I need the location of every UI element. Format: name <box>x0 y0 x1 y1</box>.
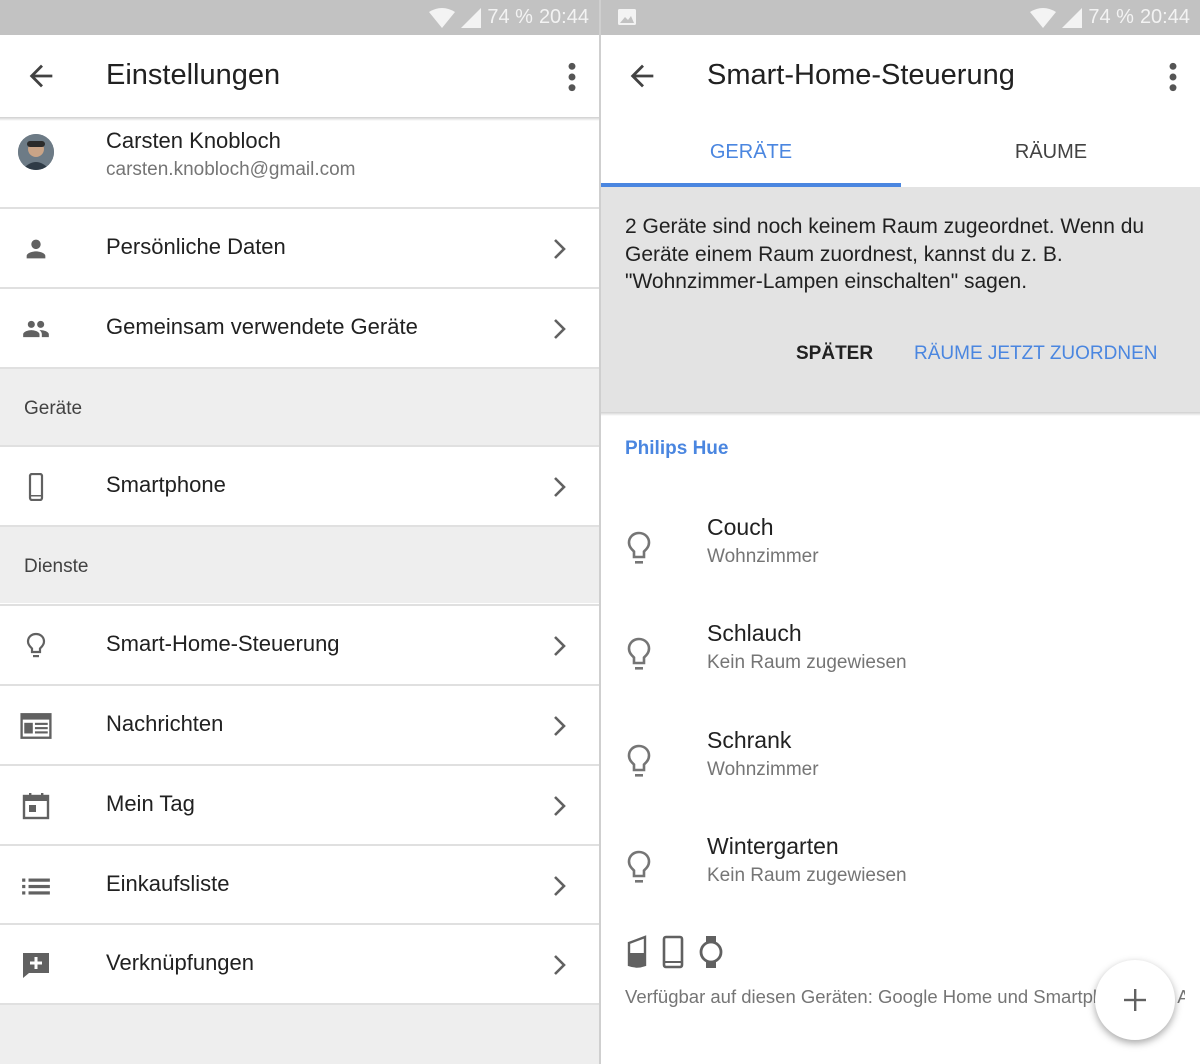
banner-shadow <box>601 412 1200 416</box>
add-device-button[interactable] <box>1095 960 1175 1040</box>
back-arrow-icon[interactable] <box>24 59 58 93</box>
phone-icon <box>662 935 684 969</box>
more-vert-icon[interactable] <box>1166 61 1180 93</box>
menu-item-label: Nachrichten <box>106 711 224 736</box>
status-bar: 74 % 20:44 <box>0 0 599 35</box>
plus-icon <box>1124 989 1146 1011</box>
menu-item-my-day[interactable]: Mein Tag <box>0 764 599 844</box>
profile-row[interactable]: Carsten Knobloch carsten.knobloch@gmail.… <box>0 117 599 207</box>
device-room: Wohnzimmer <box>707 546 819 567</box>
device-item[interactable]: Couch Wohnzimmer <box>601 514 1200 614</box>
device-item[interactable]: Schrank Wohnzimmer <box>601 727 1200 827</box>
banner-message: 2 Geräte sind noch keinem Raum zugeordne… <box>625 215 1145 293</box>
lightbulb-icon <box>26 632 46 658</box>
section-label: Dienste <box>24 556 89 577</box>
tab-bar: GERÄTE RÄUME <box>601 117 1200 187</box>
section-header-services: Dienste <box>0 525 599 603</box>
lightbulb-icon <box>627 531 651 564</box>
smart-home-panel: 74 % 20:44 Smart-Home-Steuerung GERÄTE R… <box>601 0 1200 1064</box>
chevron-right-icon <box>554 239 566 259</box>
battery-text: 74 % <box>487 6 533 28</box>
status-bar: 74 % 20:44 <box>601 0 1200 35</box>
profile-name: Carsten Knobloch <box>106 128 281 153</box>
lightbulb-icon <box>627 744 651 777</box>
chevron-right-icon <box>554 796 566 816</box>
device-name: Schrank <box>707 727 792 753</box>
device-room: Kein Raum zugewiesen <box>707 652 907 673</box>
smartphone-icon <box>28 473 44 501</box>
assign-rooms-button[interactable]: RÄUME JETZT ZUORDNEN <box>914 343 1157 365</box>
chevron-right-icon <box>554 636 566 656</box>
lightbulb-icon <box>627 850 651 883</box>
menu-item-label: Smart-Home-Steuerung <box>106 631 340 656</box>
battery-text: 74 % <box>1088 6 1134 28</box>
tab-rooms[interactable]: RÄUME <box>901 141 1200 164</box>
device-item[interactable]: Schlauch Kein Raum zugewiesen <box>601 620 1200 720</box>
signal-icon <box>461 7 482 28</box>
menu-item-label: Einkaufsliste <box>106 871 230 896</box>
avatar <box>18 134 54 170</box>
menu-item-smart-home[interactable]: Smart-Home-Steuerung <box>0 604 599 684</box>
menu-item-label: Verknüpfungen <box>106 950 255 975</box>
menu-item-personal-data[interactable]: Persönliche Daten <box>0 207 599 287</box>
unassigned-banner: 2 Geräte sind noch keinem Raum zugeordne… <box>601 187 1200 412</box>
device-name: Wintergarten <box>707 833 839 859</box>
settings-panel: 74 % 20:44 Einstellungen Carsten Knobloc… <box>0 0 599 1064</box>
more-vert-icon[interactable] <box>565 61 579 93</box>
tab-devices[interactable]: GERÄTE <box>601 141 901 164</box>
menu-item-news[interactable]: Nachrichten <box>0 684 599 764</box>
device-name: Schlauch <box>707 620 802 646</box>
menu-item-label: Mein Tag <box>106 791 195 816</box>
device-room: Kein Raum zugewiesen <box>707 865 907 886</box>
section-header-devices: Geräte <box>0 367 599 445</box>
wifi-icon <box>429 7 456 28</box>
people-icon <box>23 320 49 338</box>
chevron-right-icon <box>554 319 566 339</box>
group-header: Philips Hue <box>625 438 729 459</box>
lightbulb-icon <box>627 637 651 670</box>
person-icon <box>26 239 46 259</box>
section-label: Geräte <box>24 398 83 419</box>
wifi-icon <box>1030 7 1057 28</box>
image-notification-icon <box>618 9 636 25</box>
chevron-right-icon <box>554 477 566 497</box>
profile-email: carsten.knobloch@gmail.com <box>106 159 356 180</box>
chevron-right-icon <box>554 716 566 736</box>
list-icon <box>22 878 50 895</box>
page-title: Smart-Home-Steuerung <box>707 59 1015 91</box>
clock: 20:44 <box>1139 6 1190 28</box>
availability-icons <box>626 935 724 969</box>
device-room: Wohnzimmer <box>707 759 819 780</box>
device-item[interactable]: Wintergarten Kein Raum zugewiesen <box>601 833 1200 933</box>
shortcut-icon <box>23 953 49 978</box>
device-name: Couch <box>707 514 774 540</box>
later-button[interactable]: SPÄTER <box>796 343 873 365</box>
page-title: Einstellungen <box>106 59 281 91</box>
google-home-icon <box>627 935 647 968</box>
chevron-right-icon <box>554 955 566 975</box>
watch-icon <box>699 936 723 968</box>
back-arrow-icon[interactable] <box>625 59 659 93</box>
menu-item-smartphone[interactable]: Smartphone <box>0 445 599 525</box>
menu-item-shortcuts[interactable]: Verknüpfungen <box>0 923 599 1003</box>
clock: 20:44 <box>538 6 589 28</box>
signal-icon <box>1062 7 1083 28</box>
app-bar: Smart-Home-Steuerung <box>601 35 1200 117</box>
chevron-right-icon <box>554 876 566 896</box>
bottom-fill <box>0 1003 599 1064</box>
menu-item-shopping-list[interactable]: Einkaufsliste <box>0 844 599 924</box>
menu-item-label: Smartphone <box>106 472 226 497</box>
menu-item-label: Persönliche Daten <box>106 234 286 259</box>
menu-item-shared-devices[interactable]: Gemeinsam verwendete Geräte <box>0 287 599 367</box>
app-bar: Einstellungen <box>0 35 599 117</box>
news-icon <box>20 713 52 739</box>
menu-item-label: Gemeinsam verwendete Geräte <box>106 314 418 339</box>
calendar-icon <box>22 793 50 820</box>
